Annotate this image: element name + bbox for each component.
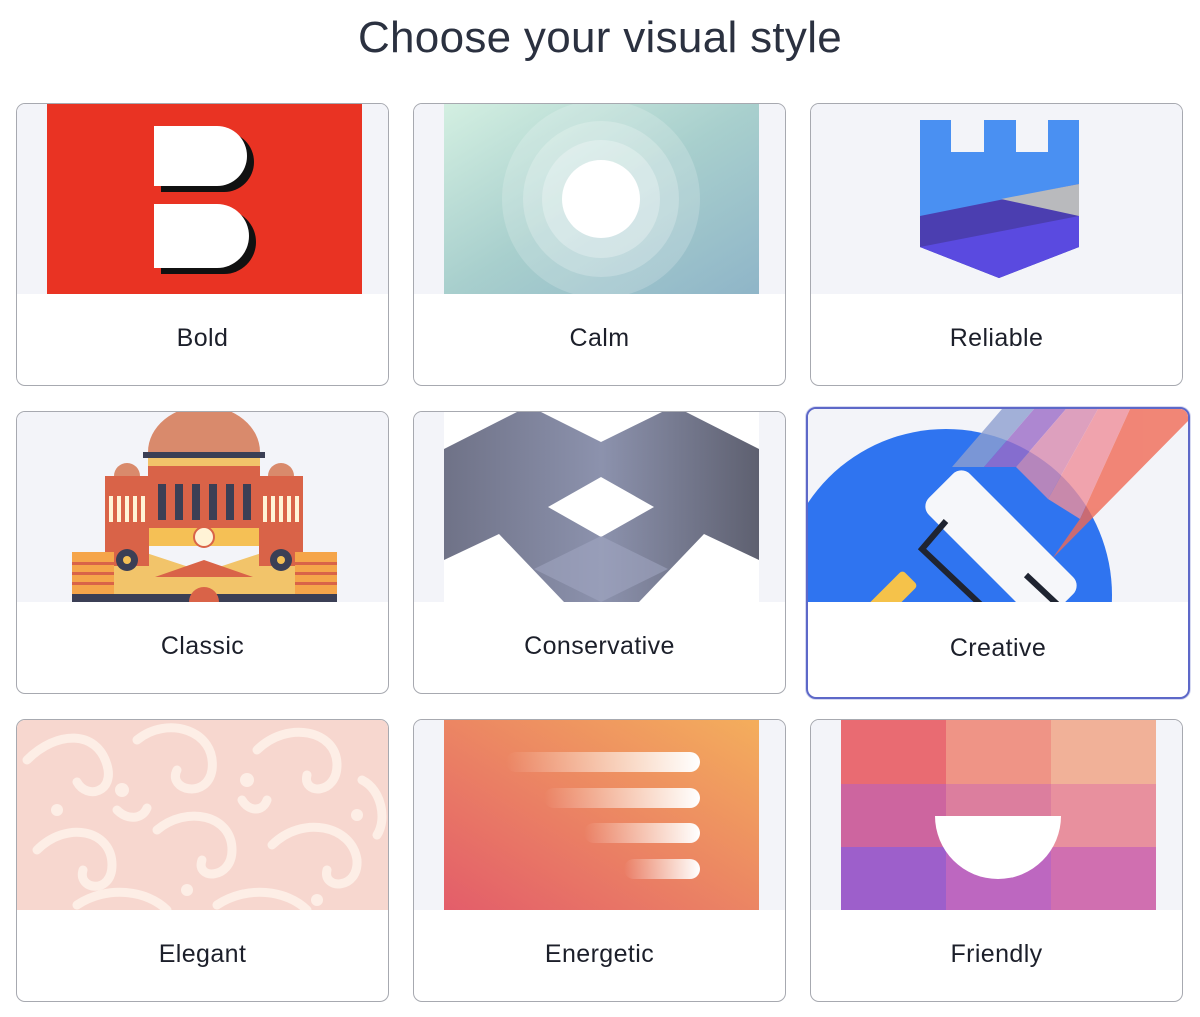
smile-grid-icon xyxy=(841,720,1156,910)
paint-roller-icon xyxy=(808,409,1188,602)
style-card-energetic[interactable]: Energetic xyxy=(413,719,786,1002)
style-card-reliable[interactable]: Reliable xyxy=(810,103,1183,386)
style-card-elegant[interactable]: Elegant xyxy=(16,719,389,1002)
style-card-conservative[interactable]: Conservative xyxy=(413,411,786,694)
conservative-illustration xyxy=(414,412,785,602)
creative-illustration xyxy=(808,409,1188,602)
classic-illustration xyxy=(17,412,388,602)
style-label: Energetic xyxy=(544,940,655,968)
style-label: Friendly xyxy=(950,940,1043,968)
style-card-calm[interactable]: Calm xyxy=(413,103,786,386)
page-title: Choose your visual style xyxy=(357,13,843,62)
palace-icon xyxy=(72,412,337,602)
elegant-illustration xyxy=(17,720,388,910)
energetic-illustration xyxy=(414,720,785,910)
style-label: Classic xyxy=(160,632,245,660)
style-card-friendly[interactable]: Friendly xyxy=(810,719,1183,1002)
reliable-illustration xyxy=(811,104,1182,294)
interlocked-diamond-icon xyxy=(444,412,759,602)
style-label: Bold xyxy=(176,324,229,352)
style-card-creative[interactable]: Creative xyxy=(806,407,1190,699)
style-label: Conservative xyxy=(524,632,675,660)
bold-illustration xyxy=(17,104,388,294)
speed-lines-icon xyxy=(444,720,759,910)
style-card-classic[interactable]: Classic xyxy=(16,411,389,694)
friendly-illustration xyxy=(811,720,1182,910)
castle-shield-icon xyxy=(920,120,1079,278)
style-label: Elegant xyxy=(158,940,247,968)
style-label: Creative xyxy=(949,634,1047,662)
damask-pattern-icon xyxy=(22,723,387,910)
style-label: Reliable xyxy=(949,324,1044,352)
calm-illustration xyxy=(414,104,785,294)
bold-b-icon xyxy=(47,104,362,294)
style-label: Calm xyxy=(569,324,630,352)
ripple-circle-icon xyxy=(444,104,759,294)
style-card-bold[interactable]: Bold xyxy=(16,103,389,386)
